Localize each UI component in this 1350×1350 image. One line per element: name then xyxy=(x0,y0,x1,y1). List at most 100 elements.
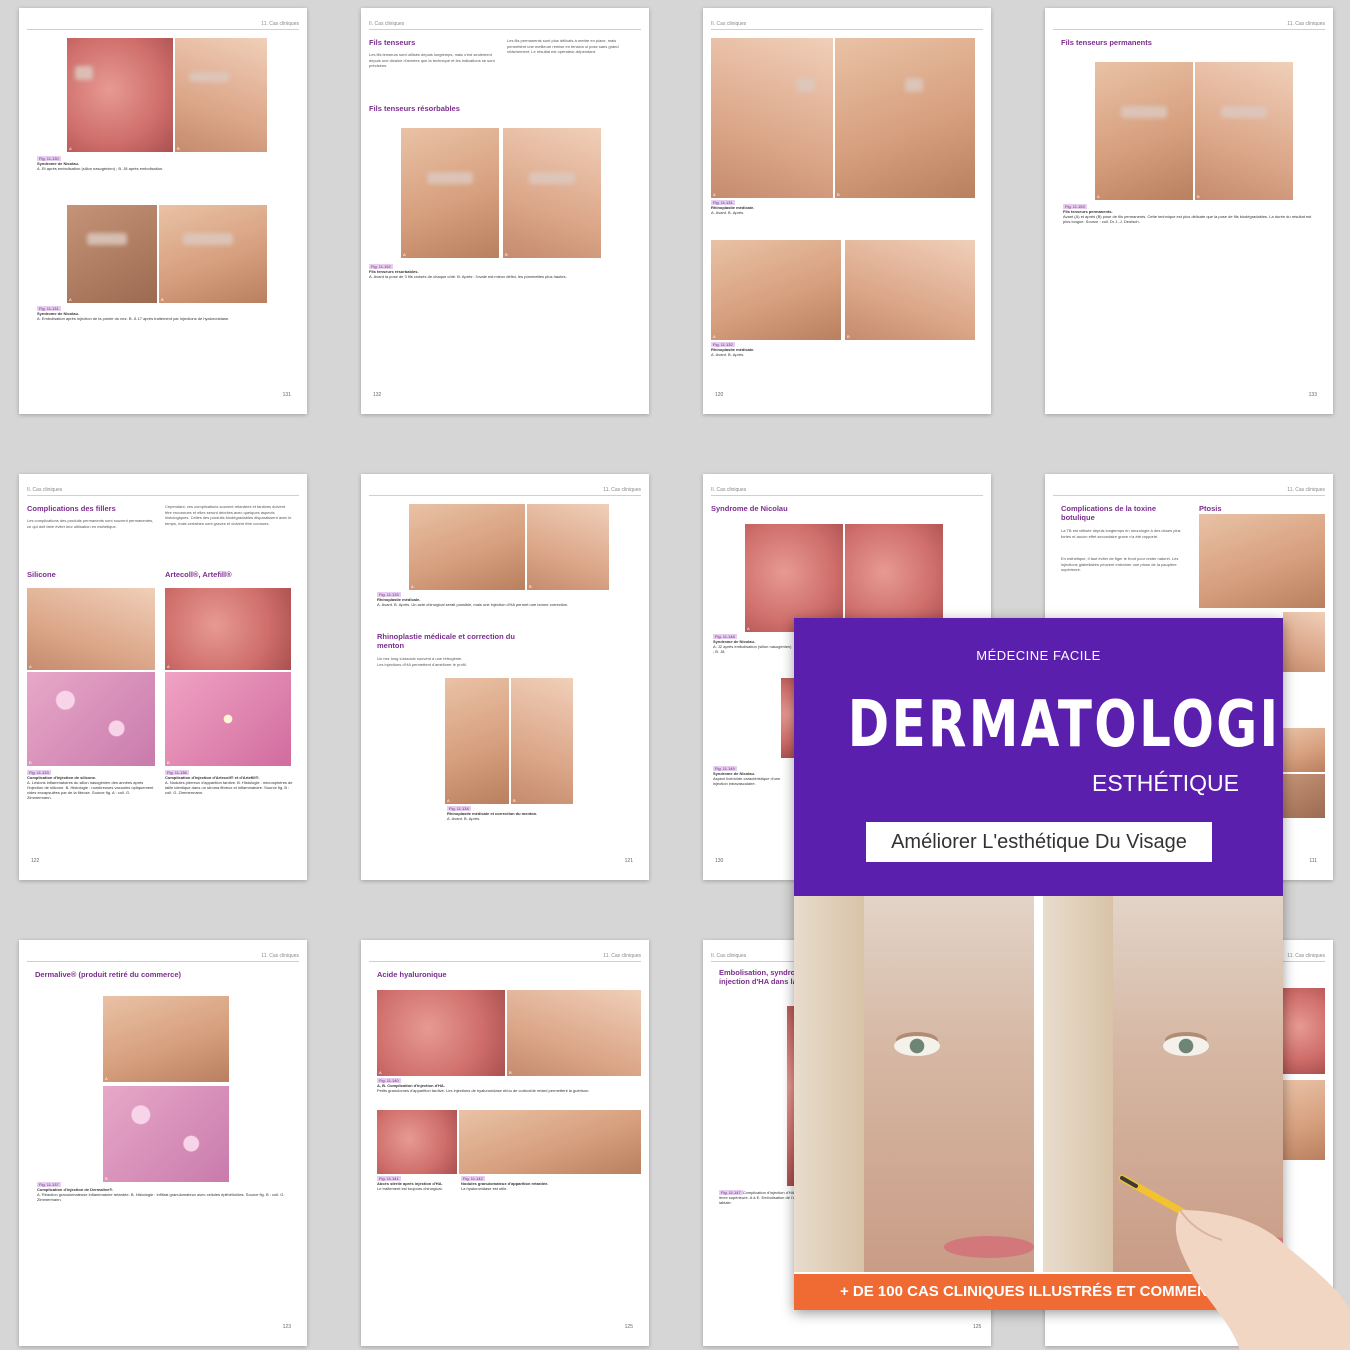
figure-caption: Fig. 11.148 Syndrome de Nicolau. A. J2 apr… xyxy=(713,634,792,654)
section-heading: Ptosis xyxy=(1199,504,1222,513)
section-heading: Rhinoplastie médicale et correction du m… xyxy=(377,632,515,650)
figure-caption: Fig. 11.134 Rhinoplastie médicale et corr… xyxy=(447,806,538,821)
running-head: II. Cas cliniques xyxy=(369,21,405,27)
book-page-132: II. Cas cliniques Fils tenseurs Les fils… xyxy=(361,8,649,414)
figure-caption: Fig. 11.131 Rhinoplastie médicale. A. Avan… xyxy=(711,200,755,215)
clinical-photo: A xyxy=(401,128,499,258)
cover-header-panel: MÉDECINE FACILE DERMATOLOGIE ESTHÉTIQUE … xyxy=(794,618,1283,896)
cover-title: DERMATOLOGIE xyxy=(847,688,1283,762)
clinical-photo xyxy=(1283,774,1325,818)
page-number: 120 xyxy=(715,392,724,398)
clinical-photo: B xyxy=(175,38,267,152)
book-page-122: II. Cas cliniques Complications des fill… xyxy=(19,474,307,880)
section-heading: Fils tenseurs xyxy=(369,38,416,47)
section-heading: Fils tenseurs permanents xyxy=(1061,38,1152,47)
body-text: Les fils permanents sont plus délicats à… xyxy=(507,38,619,54)
clinical-photo: B xyxy=(527,504,609,590)
figure-caption: Fig. 11.137 Complication d'injection de D… xyxy=(37,1182,285,1202)
section-heading: Silicone xyxy=(27,570,56,579)
running-head: II. Cas cliniques xyxy=(27,487,63,493)
figure-caption: Fig. 11.152 Fils tenseurs résorbables. A. … xyxy=(369,264,567,279)
clinical-photo: B xyxy=(1195,62,1293,200)
histology-image: B xyxy=(103,1086,229,1182)
clinical-photo: B xyxy=(835,38,975,198)
section-heading: Complications des fillers xyxy=(27,504,116,513)
book-page-123: 11. Cas cliniques Dermalive® (produit re… xyxy=(19,940,307,1346)
collection-name: MÉDECINE FACILE xyxy=(976,648,1101,663)
figure-caption: Fig. 11.149 Syndrome de Nicolau. Aspect li… xyxy=(713,766,781,786)
figure-caption: Fig. 11.141 Abcès stérile après injection… xyxy=(377,1176,443,1191)
clinical-photo: A xyxy=(711,38,833,198)
running-head: 11. Cas cliniques xyxy=(603,953,641,959)
clinical-photo: A xyxy=(103,996,229,1082)
clinical-photo xyxy=(377,1110,457,1174)
page-number: 130 xyxy=(715,858,724,864)
page-number: 133 xyxy=(1308,392,1317,398)
clinical-photo xyxy=(1283,612,1325,672)
figure-caption: Fig. 11.132 Rhinoplastie médicale. A. Avan… xyxy=(711,342,755,357)
page-number: 122 xyxy=(31,858,40,864)
page-number: 111 xyxy=(1309,858,1317,864)
clinical-photo xyxy=(459,1110,641,1174)
histology-image: B xyxy=(165,672,291,766)
clinical-photo: A xyxy=(711,240,841,340)
page-number: 132 xyxy=(373,392,382,398)
section-heading: Artecoll®, Artefill® xyxy=(165,570,232,579)
running-head: II. Cas cliniques xyxy=(711,953,747,959)
before-face-photo xyxy=(794,896,1034,1272)
clinical-photo: A xyxy=(165,588,291,670)
clinical-photo: B xyxy=(511,678,573,804)
figure-caption: Fig. 11.131 Syndrome de Nicolau. A. Emboli… xyxy=(37,306,230,321)
running-head: 11. Cas cliniques xyxy=(1287,487,1325,493)
figure-caption: Fig. 11.133 Complication d'injection de s… xyxy=(27,770,154,800)
section-heading: Dermalive® (produit retiré du commerce) xyxy=(35,970,181,979)
figure-caption: Fig. 11.153 Fils tenseurs permanents. Avan… xyxy=(1063,204,1312,224)
cover-tagline: Améliorer L'esthétique Du Visage xyxy=(866,822,1212,862)
body-text: Les injections d'HA permettent d'amélior… xyxy=(377,662,467,667)
clinical-photo: A xyxy=(377,990,505,1076)
running-head: 11. Cas cliniques xyxy=(1287,21,1325,27)
body-text: Un nez long s'associe souvent à une rétr… xyxy=(377,656,463,661)
figure-caption: Fig. 11.136 Complication d'injection d'Ar… xyxy=(165,770,293,795)
clinical-photo: A xyxy=(67,205,157,303)
body-text: Les complications des produits permanent… xyxy=(27,518,154,529)
clinical-photo xyxy=(1283,988,1325,1074)
clinical-photo: A xyxy=(27,588,155,670)
running-head: 11. Cas cliniques xyxy=(603,487,641,493)
clinical-photo: A xyxy=(445,678,509,804)
clinical-photo: B xyxy=(503,128,601,258)
body-text: Cependant, ces complications souvent ret… xyxy=(165,504,292,526)
figure-caption: Fig. 11.133 Rhinoplastie médicale. A. Avan… xyxy=(377,592,569,607)
figure-caption: Fig. 11.130 Syndrome de Nicolau. A. Et apr… xyxy=(37,156,164,171)
section-heading: Syndrome de Nicolau xyxy=(711,504,788,513)
cover-subtitle: ESTHÉTIQUE xyxy=(1092,770,1239,796)
page-number: 125 xyxy=(973,1324,982,1330)
hand-with-pencil-icon xyxy=(1118,1174,1350,1350)
book-page-120: II. Cas cliniques A B Fig. 11.131 Rhinopl… xyxy=(703,8,991,414)
running-head: II. Cas cliniques xyxy=(711,487,747,493)
body-text: En esthétique, il faut éviter de figer l… xyxy=(1061,556,1179,572)
running-head: II. Cas cliniques xyxy=(711,21,747,27)
book-page-133: 11. Cas cliniques Fils tenseurs permanen… xyxy=(1045,8,1333,414)
clinical-photo: B xyxy=(845,240,975,340)
book-page-125: 11. Cas cliniques Acide hyaluronique A B… xyxy=(361,940,649,1346)
page-number: 125 xyxy=(624,1324,633,1330)
clinical-photo xyxy=(1199,514,1325,608)
section-heading: Fils tenseurs résorbables xyxy=(369,104,460,113)
clinical-photo xyxy=(1283,1080,1325,1160)
running-head: 11. Cas cliniques xyxy=(261,953,299,959)
clinical-photo: B xyxy=(507,990,641,1076)
page-number: 121 xyxy=(624,858,633,864)
page-number: 131 xyxy=(282,392,291,398)
figure-caption: Fig. 11.142 Nodules granulomateux d'appar… xyxy=(461,1176,549,1191)
running-head: 11. Cas cliniques xyxy=(261,21,299,27)
book-page-121: 11. Cas cliniques A B Fig. 11.133 Rhinopl… xyxy=(361,474,649,880)
clinical-photo: A xyxy=(409,504,525,590)
figure-caption: Fig. 11.140 A, B. Complication d'injectio… xyxy=(377,1078,590,1093)
page-number: 123 xyxy=(282,1324,291,1330)
section-heading: Complications de la toxine botulique xyxy=(1061,504,1157,522)
running-head: 11. Cas cliniques xyxy=(1287,953,1325,959)
body-text: Les fils tenseurs sont utilisés depuis l… xyxy=(369,52,495,68)
clinical-photo xyxy=(1283,728,1325,772)
book-page-131: 11. Cas cliniques A B Fig. 11.130 Syndrom… xyxy=(19,8,307,414)
